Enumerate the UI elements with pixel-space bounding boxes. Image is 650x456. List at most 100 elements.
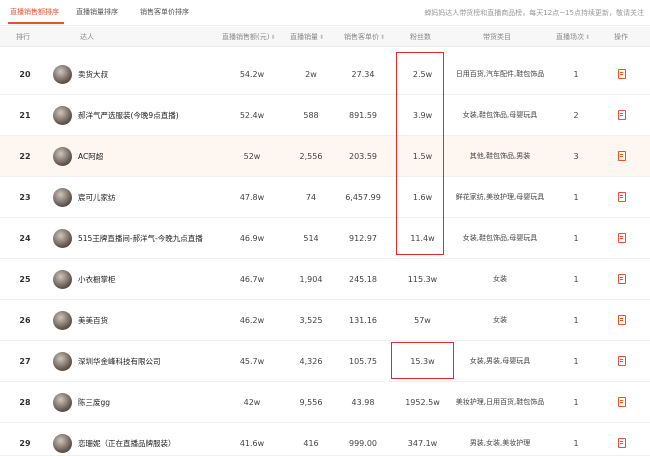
rank-number: 23 — [19, 193, 31, 202]
price-value: 27.34 — [351, 70, 375, 79]
sort-arrow-icon: ⬍ — [270, 34, 276, 41]
table-row[interactable]: 29 恋珊妮（正在直播品牌服装） 41.6w 416 999.00 347.1w… — [0, 423, 650, 456]
update-notice: 蝉妈妈达人带货榜和直播商品榜，每天12点~15点持续更新，敬请关注 — [424, 9, 644, 17]
sales-value: 52w — [243, 152, 261, 161]
table-header: 排行 达人 直播销售额(元)⬍ 直播销量⬍ 销售客单价⬍ 粉丝数 带货类目 直播… — [0, 27, 650, 47]
talent-name[interactable]: 515王牌直播间-郝洋气-今晚九点直播 — [78, 218, 203, 259]
avatar[interactable] — [53, 434, 72, 453]
price-value: 245.18 — [349, 275, 377, 284]
detail-icon[interactable] — [618, 233, 626, 243]
table-row[interactable]: 27 深圳华金峰科技有限公司 45.7w 4,326 105.75 15.3w … — [0, 341, 650, 382]
tab-volume-sort[interactable]: 直播销量排序 — [76, 7, 118, 17]
sales-value: 42w — [243, 398, 261, 407]
volume-value: 2w — [305, 70, 317, 79]
price-value: 912.97 — [349, 234, 377, 243]
avatar[interactable] — [53, 229, 72, 248]
talent-name[interactable]: 陈三废gg — [78, 382, 110, 423]
talent-name[interactable]: 美美百货 — [78, 300, 108, 341]
avatar[interactable] — [53, 393, 72, 412]
categories-value: 女装 — [493, 316, 507, 324]
tab-price-sort[interactable]: 销售客单价排序 — [140, 7, 189, 17]
talent-name[interactable]: 深圳华金峰科技有限公司 — [78, 341, 161, 382]
talent-name[interactable]: 恋珊妮（正在直播品牌服装） — [78, 423, 176, 456]
rank-number: 20 — [19, 70, 31, 79]
volume-value: 9,556 — [299, 398, 323, 407]
talent-name[interactable]: 卖货大叔 — [78, 54, 108, 95]
talent-name[interactable]: 宸可儿家纺 — [78, 177, 116, 218]
detail-icon[interactable] — [618, 151, 626, 161]
lives-value: 1 — [573, 275, 579, 284]
col-rank: 排行 — [16, 33, 30, 41]
avatar[interactable] — [53, 147, 72, 166]
col-lives[interactable]: 直播场次⬍ — [556, 32, 590, 42]
col-sales[interactable]: 直播销售额(元)⬍ — [222, 32, 276, 42]
categories-value: 女装,男装,母婴玩具 — [469, 357, 531, 365]
avatar[interactable] — [53, 188, 72, 207]
price-value: 203.59 — [349, 152, 377, 161]
table-row[interactable]: 28 陈三废gg 42w 9,556 43.98 1952.5w 美妆护理,日用… — [0, 382, 650, 423]
lives-value: 3 — [573, 152, 579, 161]
tab-sales-sort[interactable]: 直播销售额排序 — [10, 7, 59, 17]
col-price[interactable]: 销售客单价⬍ — [344, 32, 385, 42]
fans-value: 15.3w — [410, 357, 435, 366]
talent-name[interactable]: AC阿超 — [78, 136, 103, 177]
categories-value: 其他,鞋包饰品,男装 — [469, 152, 531, 160]
volume-value: 416 — [303, 439, 319, 448]
sales-value: 54.2w — [239, 70, 265, 79]
col-talent: 达人 — [80, 33, 94, 41]
detail-icon[interactable] — [618, 192, 626, 202]
talent-name[interactable]: 郝洋气严选服装(今晚9点直播) — [78, 95, 179, 136]
sort-arrow-icon: ⬍ — [585, 34, 591, 41]
table-row[interactable]: 26 美美百货 46.2w 3,525 131.16 57w 女装 1 — [0, 300, 650, 341]
table-row[interactable]: 25 小衣橱掌柜 46.7w 1,904 245.18 115.3w 女装 1 — [0, 259, 650, 300]
sort-arrow-icon: ⬍ — [319, 34, 325, 41]
categories-value: 鲜花家纺,美妆护理,母婴玩具 — [455, 193, 545, 201]
sort-arrow-icon: ⬍ — [380, 34, 386, 41]
avatar[interactable] — [53, 270, 72, 289]
rank-number: 29 — [19, 439, 31, 448]
rank-number: 21 — [19, 111, 31, 120]
talent-name[interactable]: 小衣橱掌柜 — [78, 259, 116, 300]
categories-value: 女装,鞋包饰品,母婴玩具 — [462, 234, 538, 242]
table-row[interactable]: 22 AC阿超 52w 2,556 203.59 1.5w 其他,鞋包饰品,男装… — [0, 136, 650, 177]
categories-value: 女装,鞋包饰品,母婴玩具 — [462, 111, 538, 119]
price-value: 43.98 — [351, 398, 375, 407]
detail-icon[interactable] — [618, 274, 626, 284]
avatar[interactable] — [53, 65, 72, 84]
fans-value: 1.6w — [412, 193, 433, 202]
table-row[interactable]: 21 郝洋气严选服装(今晚9点直播) 52.4w 588 891.59 3.9w… — [0, 95, 650, 136]
volume-value: 74 — [305, 193, 317, 202]
sales-value: 47.8w — [239, 193, 265, 202]
volume-value: 3,525 — [299, 316, 323, 325]
sales-value: 52.4w — [239, 111, 265, 120]
fans-value: 115.3w — [407, 275, 438, 284]
rank-number: 24 — [19, 234, 31, 243]
table-row[interactable]: 23 宸可儿家纺 47.8w 74 6,457.99 1.6w 鲜花家纺,美妆护… — [0, 177, 650, 218]
rank-number: 26 — [19, 316, 31, 325]
lives-value: 1 — [573, 70, 579, 79]
sales-value: 41.6w — [239, 439, 265, 448]
fans-value: 3.9w — [412, 111, 433, 120]
col-volume[interactable]: 直播销量⬍ — [290, 32, 324, 42]
detail-icon[interactable] — [618, 356, 626, 366]
fans-value: 2.5w — [412, 70, 433, 79]
lives-value: 1 — [573, 439, 579, 448]
categories-value: 男装,女装,美妆护理 — [469, 439, 531, 447]
avatar[interactable] — [53, 106, 72, 125]
table-row[interactable]: 24 515王牌直播间-郝洋气-今晚九点直播 46.9w 514 912.97 … — [0, 218, 650, 259]
categories-value: 日用百货,汽车配件,鞋包饰品 — [455, 70, 545, 78]
detail-icon[interactable] — [618, 438, 626, 448]
table-row[interactable]: 20 卖货大叔 54.2w 2w 27.34 2.5w 日用百货,汽车配件,鞋包… — [0, 54, 650, 95]
sales-value: 46.7w — [239, 275, 265, 284]
detail-icon[interactable] — [618, 69, 626, 79]
avatar[interactable] — [53, 311, 72, 330]
volume-value: 4,326 — [299, 357, 323, 366]
volume-value: 2,556 — [299, 152, 323, 161]
price-value: 131.16 — [349, 316, 377, 325]
fans-value: 1952.5w — [405, 398, 440, 407]
fans-value: 1.5w — [412, 152, 433, 161]
detail-icon[interactable] — [618, 397, 626, 407]
detail-icon[interactable] — [618, 110, 626, 120]
avatar[interactable] — [53, 352, 72, 371]
detail-icon[interactable] — [618, 315, 626, 325]
